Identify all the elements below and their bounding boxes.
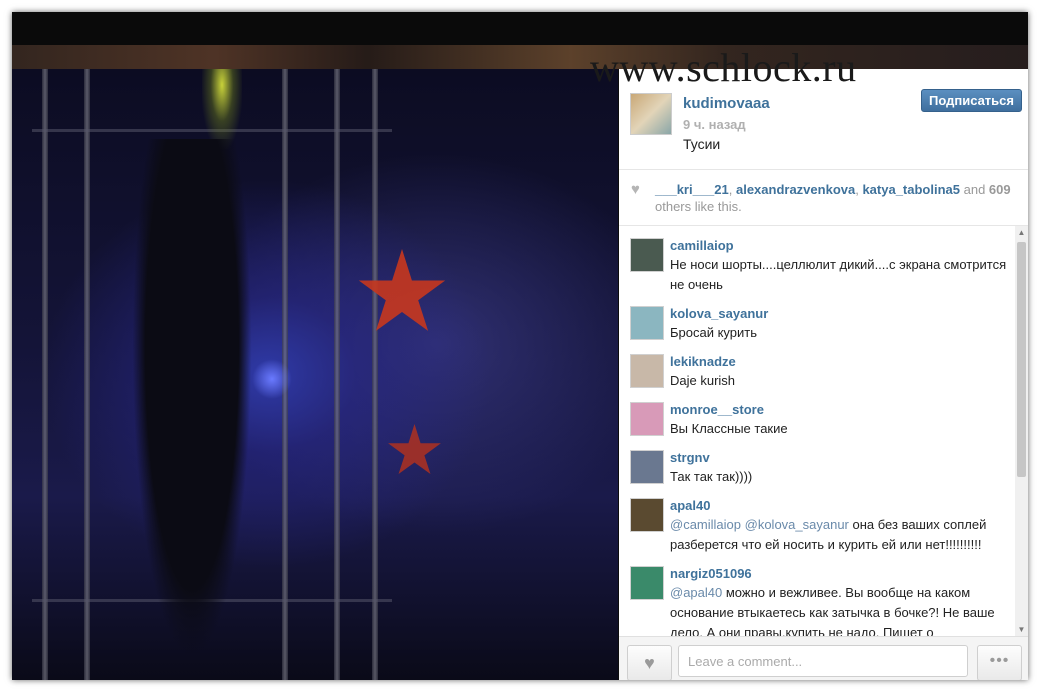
comment-username[interactable]: strgnv [670,450,710,465]
post-panel: kudimovaaa 9 ч. назад Тусии Подписаться … [619,69,1028,680]
liker-link[interactable]: ___kri___21 [655,182,729,197]
avatar[interactable] [630,498,664,532]
post-timestamp[interactable]: 9 ч. назад [683,117,746,132]
likes-text: ___kri___21, alexandrazvenkova, katya_ta… [655,181,1015,215]
avatar[interactable] [630,402,664,436]
comment-input[interactable] [678,645,968,677]
mention-link[interactable]: @kolova_sayanur [745,517,849,532]
likes-and: and [960,182,989,197]
truss-pole [84,69,90,680]
truss-pole [42,69,48,680]
comment-text: Так так так)))) [670,469,753,484]
comment-username[interactable]: monroe__store [670,402,764,417]
likes-suffix: others like this. [655,199,742,214]
avatar[interactable] [630,566,664,600]
comments-scrollbar[interactable]: ▲ ▼ [1015,226,1028,636]
red-star-decoration [388,424,441,475]
avatar[interactable] [630,450,664,484]
mention-link[interactable]: @camillaiop [670,517,741,532]
red-star-decoration [358,249,446,331]
post-photo[interactable] [12,69,618,680]
comment-username[interactable]: kolova_sayanur [670,306,768,321]
truss-pole [372,69,378,680]
comment-username[interactable]: camillaiop [670,238,734,253]
scroll-thumb[interactable] [1017,242,1026,477]
avatar[interactable] [630,93,672,135]
comment-text: @apal40 можно и вежливее. Вы вообще на к… [670,583,1010,636]
likes-section: ♥ ___kri___21, alexandrazvenkova, katya_… [619,170,1028,226]
media-viewer: kudimovaaa 9 ч. назад Тусии Подписаться … [12,12,1028,680]
background-strip [12,45,1028,69]
heart-icon: ♥ [644,653,655,673]
post-username[interactable]: kudimovaaa [683,95,770,112]
liker-link[interactable]: alexandrazvenkova [736,182,855,197]
avatar[interactable] [630,238,664,272]
truss-pole [334,69,340,680]
likes-separator: , [728,182,736,197]
scroll-up-icon[interactable]: ▲ [1015,226,1028,239]
follow-button[interactable]: Подписаться [920,89,1022,112]
watermark-text: www.schlock.ru [590,45,857,90]
dancer-silhouette [132,139,252,659]
more-options-button[interactable]: ••• [977,645,1022,680]
top-bar [12,12,1028,45]
liker-link[interactable]: katya_tabolina5 [862,182,960,197]
mention-link[interactable]: @apal40 [670,585,722,600]
comment-text: Бросай курить [670,325,758,340]
avatar[interactable] [630,354,664,388]
comment-text: Daje kurish [670,373,736,388]
comments-list[interactable]: camillaiop Не носи шорты....целлюлит дик… [619,226,1013,636]
heart-icon: ♥ [631,181,640,198]
comment-username[interactable]: apal40 [670,498,710,513]
comment-text: Не носи шорты....целлюлит дикий....с экр… [670,257,1007,292]
comment-username[interactable]: nargiz051096 [670,566,752,581]
scroll-down-icon[interactable]: ▼ [1015,623,1028,636]
comment-text: Вы Классные такие [670,421,788,436]
blue-light [252,359,292,399]
post-caption: Тусии [683,136,721,152]
comment-text: @camillaiop @kolova_sayanur она без ваши… [670,515,1010,555]
likes-count[interactable]: 609 [989,182,1011,197]
like-button[interactable]: ♥ [627,645,672,680]
avatar[interactable] [630,306,664,340]
comment-username[interactable]: lekiknadze [670,354,736,369]
stage-light [202,69,242,149]
comment-footer: ♥ ••• [619,636,1028,680]
